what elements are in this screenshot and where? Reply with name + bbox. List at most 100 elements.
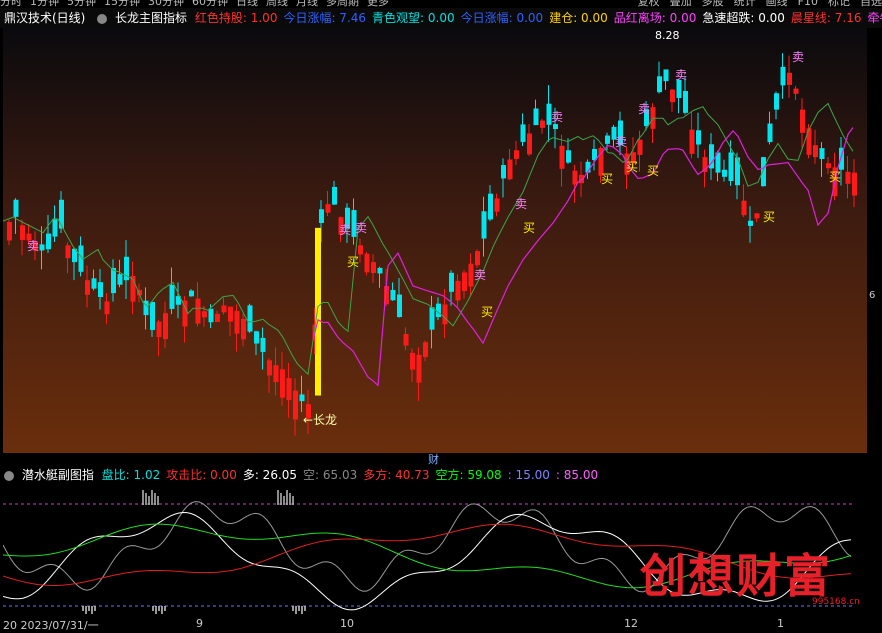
candle-body [235, 311, 240, 334]
period-tabs: 分时 1分钟 5分钟 15分钟 30分钟 60分钟日线周线月线多周期更多 [0, 0, 397, 8]
candle-body [228, 307, 233, 322]
candle-body [209, 309, 214, 322]
settings-circle-icon[interactable] [4, 471, 14, 481]
sub-indicator-bar: 潜水艇副图指 盘比: 1.02攻击比: 0.00多: 26.05空: 65.03… [0, 465, 882, 485]
candle-body [605, 136, 610, 144]
candle-body [378, 268, 383, 274]
candle-body [150, 302, 155, 330]
candle-body [696, 130, 701, 144]
candle-body [92, 278, 97, 288]
top-toolbar: 分时 1分钟 5分钟 15分钟 30分钟 60分钟日线周线月线多周期更多 复权 叠加 多股 统计… [0, 0, 882, 8]
tab-10[interactable]: 更多 [367, 0, 389, 8]
candle-body [514, 150, 519, 159]
right-axis: 6 [867, 28, 882, 628]
ma-magenta-line [313, 128, 853, 386]
sub-value-2: 多: 26.05 [243, 465, 297, 485]
candle-body [46, 234, 51, 250]
tab-5[interactable]: 60分钟 [192, 0, 228, 8]
candle-body [670, 90, 675, 103]
tab-6[interactable]: 日线 [236, 0, 258, 8]
candle-body [475, 251, 480, 265]
tab-4[interactable]: 30分钟 [148, 0, 184, 8]
sell-label-0: 卖 [27, 239, 39, 253]
candle-body [820, 148, 825, 159]
candle-body [287, 378, 292, 400]
main-value-3: 今日涨幅: 0.00 [461, 8, 544, 28]
sub-value-6: : 15.00 [508, 465, 550, 485]
candle-body [852, 173, 857, 196]
settings-circle-icon[interactable] [97, 14, 107, 24]
candle-body [196, 299, 201, 324]
indicator-name[interactable]: 长龙主图指标 [115, 8, 187, 28]
tab-3[interactable]: 15分钟 [104, 0, 140, 8]
tool-5[interactable]: F10 [798, 0, 818, 8]
tool-3[interactable]: 统计 [734, 0, 756, 8]
tool-0[interactable]: 复权 [638, 0, 660, 8]
sell-label-4: 卖 [515, 197, 527, 211]
candle-body [846, 172, 851, 184]
candle-body [85, 280, 90, 295]
tool-4[interactable]: 画线 [766, 0, 788, 8]
candle-body [683, 91, 688, 113]
watermark-site: 995168.cn [812, 597, 860, 607]
tool-2[interactable]: 多股 [702, 0, 724, 8]
candle-body [274, 365, 279, 382]
candle-body [677, 80, 682, 98]
sell-label-9: 卖 [792, 50, 804, 64]
candle-body [248, 305, 253, 331]
tool-6[interactable]: 标记 [828, 0, 850, 8]
tab-9[interactable]: 多周期 [326, 0, 359, 8]
candle-body [462, 272, 467, 291]
x-tick-1: 9 [196, 617, 203, 630]
tool-1[interactable]: 叠加 [670, 0, 692, 8]
sub-value-3: 空: 65.03 [303, 465, 357, 485]
sell-label-7: 卖 [638, 102, 650, 116]
candle-body [813, 145, 818, 157]
candle-body [553, 124, 558, 129]
sub-indicator-name[interactable]: 潜水艇副图指 [22, 465, 94, 485]
candle-body [774, 93, 779, 109]
candle-body [202, 311, 207, 317]
buy-label-3: 买 [601, 172, 613, 186]
main-value-5: 品红离场: 0.00 [614, 8, 697, 28]
candle-body [105, 302, 110, 315]
candle-body [7, 222, 12, 240]
candle-body [118, 274, 123, 285]
buy-label-0: 买 [347, 255, 359, 269]
tab-7[interactable]: 周线 [266, 0, 288, 8]
buy-label-7: 买 [829, 170, 841, 184]
main-value-0: 红色持股: 1.00 [195, 8, 278, 28]
candle-body [761, 157, 766, 186]
candle-body [14, 200, 19, 217]
tab-0[interactable]: 分时 [0, 0, 22, 8]
candle-body [566, 150, 571, 162]
candle-body [280, 369, 285, 397]
tab-2[interactable]: 5分钟 [67, 0, 96, 8]
tool-7[interactable]: 自选 [860, 0, 882, 8]
sub-value-1: 攻击比: 0.00 [166, 465, 237, 485]
candle-body [365, 254, 370, 273]
candle-body [157, 322, 162, 338]
candle-body [261, 338, 266, 352]
candle-body [729, 152, 734, 181]
x-axis: 20 2023/07/31/一910121 [0, 618, 882, 630]
candle-body [241, 319, 246, 339]
candle-body [436, 304, 441, 317]
watermark-logo: 创想财富 [640, 540, 832, 606]
tab-1[interactable]: 1分钟 [30, 0, 59, 8]
x-tick-3: 12 [624, 617, 638, 630]
main-value-7: 晨星线: 7.16 [791, 8, 862, 28]
candle-body [417, 355, 422, 383]
candle-body [40, 244, 45, 250]
candle-body [319, 209, 324, 223]
candle-body [410, 353, 415, 370]
tab-8[interactable]: 月线 [296, 0, 318, 8]
candle-body [66, 245, 71, 258]
candle-body [20, 225, 25, 240]
candle-body [430, 307, 435, 329]
x-tick-2: 10 [340, 617, 354, 630]
candle-body [267, 360, 272, 375]
price-chart[interactable]: 卖卖卖卖卖卖卖卖卖卖买买买买买买买买8.28←长龙 [3, 28, 867, 453]
candle-body [781, 67, 786, 86]
candle-body [98, 282, 103, 297]
